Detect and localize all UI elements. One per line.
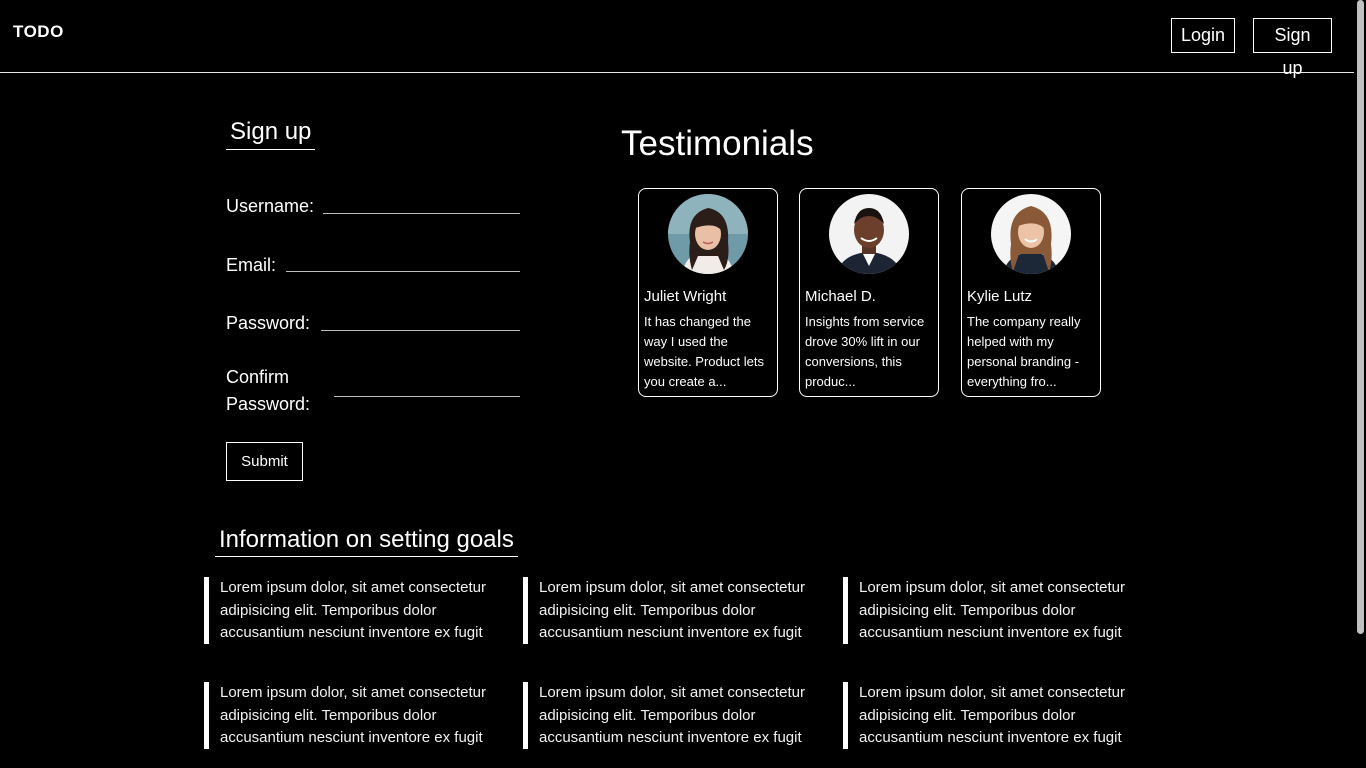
email-label: Email: [226,255,277,275]
testimonial-name: Juliet Wright [644,288,727,305]
scrollbar-thumb[interactable] [1357,0,1364,634]
info-block: Lorem ipsum dolor, sit amet consectetur … [523,577,823,644]
email-input[interactable] [286,250,520,272]
confirm-password-input[interactable] [334,375,520,397]
testimonial-text: It has changed the way I used the websit… [644,314,764,389]
testimonial-text: The company really helped with my person… [967,314,1081,389]
email-row: Email: [226,250,520,279]
avatar [991,194,1071,274]
testimonial-name: Kylie Lutz [967,288,1033,305]
username-input[interactable] [323,192,520,214]
info-block: Lorem ipsum dolor, sit amet consectetur … [843,577,1143,644]
testimonial-card: Juliet Wright It has changed the way I u… [638,188,778,397]
info-title: Information on setting goals [215,526,518,557]
testimonials-title: Testimonials [621,124,814,163]
submit-button[interactable]: Submit [226,442,303,481]
info-block: Lorem ipsum dolor, sit amet consectetur … [204,682,504,749]
page: TODO Login Sign up Sign up Username: Ema… [0,0,1366,768]
login-button[interactable]: Login [1171,18,1235,53]
confirm-password-row: Confirm Password: [226,367,520,419]
avatar [668,194,748,274]
confirm-password-label-line2: Password: [226,394,311,414]
scrollbar[interactable] [1354,0,1366,768]
signup-title: Sign up [226,118,316,150]
avatar [829,194,909,274]
info-block: Lorem ipsum dolor, sit amet consectetur … [523,682,823,749]
info-block: Lorem ipsum dolor, sit amet consectetur … [843,682,1143,749]
testimonial-card: Michael D. Insights from service drove 3… [799,188,939,397]
password-label: Password: [226,313,311,333]
username-label: Username: [226,196,315,216]
testimonial-card: Kylie Lutz The company really helped wit… [961,188,1101,397]
password-row: Password: [226,309,520,337]
signup-nav-button[interactable]: Sign up [1253,18,1332,78]
username-row: Username: [226,192,520,220]
info-block: Lorem ipsum dolor, sit amet consectetur … [204,577,504,644]
logo[interactable]: TODO [13,22,64,42]
top-nav: TODO Login Sign up [0,0,1354,78]
testimonial-name: Michael D. [805,288,876,305]
testimonial-text: Insights from service drove 30% lift in … [805,314,925,389]
confirm-password-label-line1: Confirm [226,367,290,387]
password-input[interactable] [321,309,520,331]
